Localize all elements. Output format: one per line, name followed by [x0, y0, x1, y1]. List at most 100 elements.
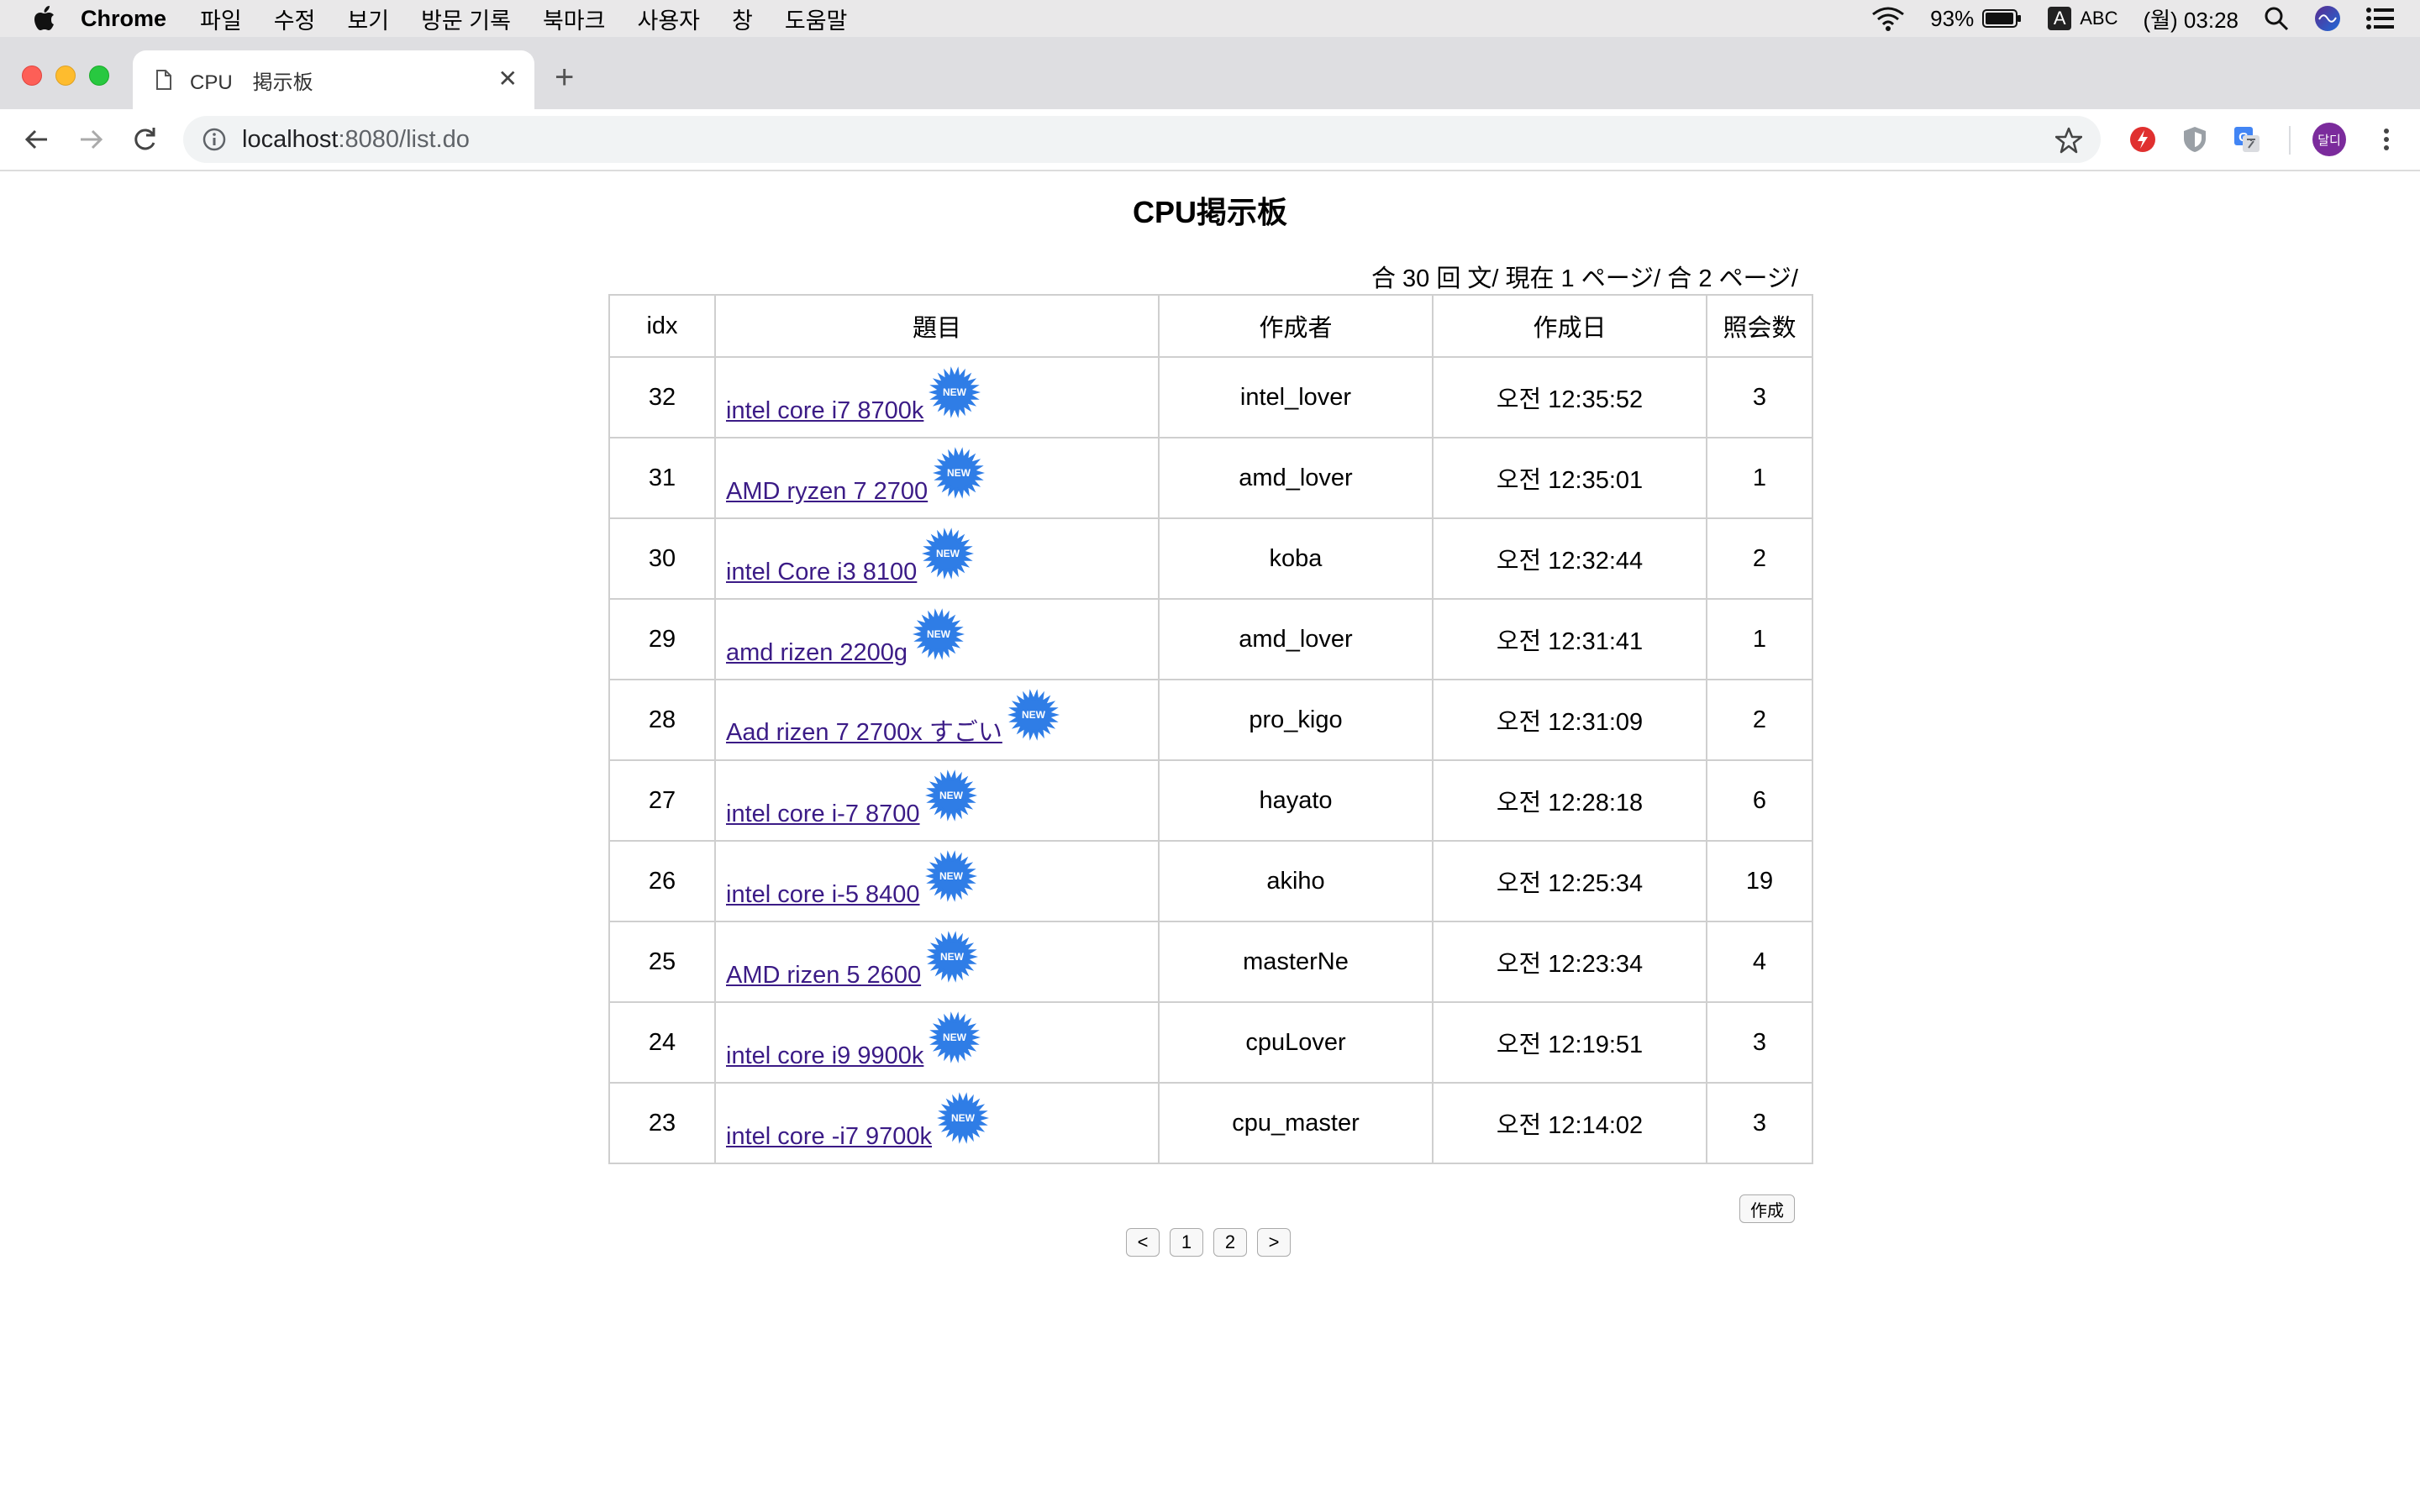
back-icon[interactable] — [20, 123, 54, 156]
header-title: 題目 — [714, 294, 1160, 358]
cell-writer: akiho — [1158, 840, 1434, 922]
table-row: 25 AMD rizen 5 2600 NEW masterNe 오전 12:23:34… — [608, 921, 1813, 1003]
menu-history[interactable]: 방문 기록 — [421, 3, 511, 35]
input-source-label[interactable]: ABC — [2080, 8, 2118, 29]
table-row: 24 intel core i9 9900k NEW cpuLover 오전 12:19… — [608, 1001, 1813, 1084]
title-wrap: intel core i9 9900k NEW — [726, 1010, 1158, 1082]
forward-icon[interactable] — [74, 123, 108, 156]
cell-views: 3 — [1706, 1082, 1813, 1164]
siri-icon[interactable] — [2314, 5, 2341, 32]
svg-text:NEW: NEW — [939, 790, 964, 801]
cell-views: 2 — [1706, 679, 1813, 761]
new-badge-icon: NEW — [924, 769, 977, 822]
menu-window[interactable]: 창 — [732, 3, 753, 35]
new-badge-icon: NEW — [937, 1092, 990, 1144]
menu-view[interactable]: 보기 — [347, 3, 389, 35]
pagination-prev-button[interactable]: < — [1126, 1228, 1160, 1257]
title-wrap: intel core i-5 8400 NEW — [726, 848, 1158, 921]
address-bar[interactable]: localhost:8080/list.do — [183, 116, 2101, 163]
menu-help[interactable]: 도움말 — [785, 3, 848, 35]
menu-file[interactable]: 파일 — [200, 3, 242, 35]
battery-icon[interactable] — [1982, 8, 2023, 29]
extension-shield-icon[interactable] — [2180, 124, 2210, 155]
header-date: 作成日 — [1432, 294, 1707, 358]
table-header-row: idx 題目 作成者 作成日 照会数 — [608, 294, 1813, 358]
menu-people[interactable]: 사용자 — [637, 3, 700, 35]
window-minimize-button[interactable] — [55, 66, 76, 86]
svg-text:NEW: NEW — [936, 548, 960, 559]
translate-icon[interactable]: G — [2232, 124, 2262, 155]
table-row: 29 amd rizen 2200g NEW amd_lover 오전 12:31:41… — [608, 598, 1813, 680]
search-icon[interactable] — [2264, 6, 2289, 31]
post-title-link[interactable]: Aad rizen 7 2700x すごい — [726, 712, 1002, 748]
post-title-link[interactable]: AMD rizen 5 2600 — [726, 962, 921, 990]
apple-icon[interactable] — [34, 6, 55, 31]
profile-avatar[interactable]: 달디 — [2312, 123, 2346, 156]
title-wrap: intel core i7 8700k NEW — [726, 365, 1158, 437]
title-wrap: amd rizen 2200g NEW — [726, 606, 1158, 679]
notification-icon[interactable] — [2366, 7, 2395, 30]
new-badge-icon: NEW — [929, 1011, 981, 1063]
url-host: localhost — [242, 125, 339, 153]
post-title-link[interactable]: intel core i-7 8700 — [726, 801, 920, 828]
plus-icon[interactable]: + — [555, 60, 574, 94]
title-wrap: intel core i-7 8700 NEW — [726, 768, 1158, 840]
cell-writer: hayato — [1158, 759, 1434, 842]
url-path: :8080/list.do — [338, 125, 470, 153]
profile-avatar-label: 달디 — [2317, 133, 2341, 148]
pagination: <1 2 > — [1126, 1228, 1291, 1257]
window-close-button[interactable] — [22, 66, 42, 86]
cell-views: 2 — [1706, 517, 1813, 600]
write-button[interactable]: 作成 — [1739, 1194, 1795, 1223]
post-title-link[interactable]: AMD ryzen 7 2700 — [726, 478, 928, 506]
cell-idx: 27 — [608, 759, 716, 842]
cell-title: intel core i7 8700k NEW — [714, 356, 1160, 438]
wifi-icon[interactable] — [1871, 6, 1905, 31]
new-badge-icon: NEW — [1007, 689, 1060, 741]
cell-views: 1 — [1706, 598, 1813, 680]
svg-text:NEW: NEW — [1022, 709, 1046, 721]
cell-title: AMD rizen 5 2600 NEW — [714, 921, 1160, 1003]
reload-icon[interactable] — [128, 123, 161, 156]
cell-writer: amd_lover — [1158, 598, 1434, 680]
post-title-link[interactable]: intel core i9 9900k — [726, 1042, 923, 1070]
cell-views: 3 — [1706, 356, 1813, 438]
cell-idx: 31 — [608, 437, 716, 519]
pagination-next-button[interactable]: > — [1257, 1228, 1291, 1257]
menu-bookmarks[interactable]: 북마크 — [543, 3, 606, 35]
post-title-link[interactable]: intel core i-5 8400 — [726, 881, 920, 909]
svg-text:NEW: NEW — [951, 1112, 976, 1124]
pagination-page-1-button[interactable]: 1 — [1170, 1228, 1203, 1257]
tab-active[interactable]: CPU 掲示板 ✕ — [133, 50, 534, 109]
cell-title: intel core i9 9900k NEW — [714, 1001, 1160, 1084]
cell-idx: 29 — [608, 598, 716, 680]
cell-idx: 23 — [608, 1082, 716, 1164]
close-icon[interactable]: ✕ — [498, 67, 518, 91]
input-source-icon[interactable]: A — [2048, 7, 2072, 30]
cell-idx: 24 — [608, 1001, 716, 1084]
post-title-link[interactable]: intel Core i3 8100 — [726, 559, 917, 586]
new-badge-icon: NEW — [926, 931, 979, 983]
title-wrap: Aad rizen 7 2700x すごい NEW — [726, 687, 1158, 759]
extension-red-icon[interactable] — [2128, 124, 2158, 155]
menubar-clock[interactable]: (월) 03:28 — [2143, 3, 2238, 34]
cell-title: Aad rizen 7 2700x すごい NEW — [714, 679, 1160, 761]
menu-edit[interactable]: 수정 — [274, 3, 316, 35]
post-title-link[interactable]: intel core i7 8700k — [726, 397, 923, 425]
more-menu-icon[interactable] — [2371, 124, 2402, 155]
cell-date: 오전 12:32:44 — [1432, 517, 1707, 600]
pagination-page-2-button[interactable]: 2 — [1213, 1228, 1247, 1257]
cell-views: 1 — [1706, 437, 1813, 519]
menu-app-name[interactable]: Chrome — [81, 6, 166, 32]
new-badge-icon: NEW — [929, 366, 981, 418]
table-row: 28 Aad rizen 7 2700x すごい NEW pro_kigo 오전 12:… — [608, 679, 1813, 761]
star-icon[interactable] — [2055, 127, 2082, 154]
info-icon[interactable] — [202, 127, 227, 152]
window-zoom-button[interactable] — [89, 66, 109, 86]
cell-title: intel core i-5 8400 NEW — [714, 840, 1160, 922]
post-title-link[interactable]: intel core -i7 9700k — [726, 1123, 932, 1151]
header-writer: 作成者 — [1158, 294, 1434, 358]
post-title-link[interactable]: amd rizen 2200g — [726, 639, 908, 667]
url-text[interactable]: localhost:8080/list.do — [242, 126, 470, 154]
table-row: 26 intel core i-5 8400 NEW akiho 오전 12:25:34… — [608, 840, 1813, 922]
